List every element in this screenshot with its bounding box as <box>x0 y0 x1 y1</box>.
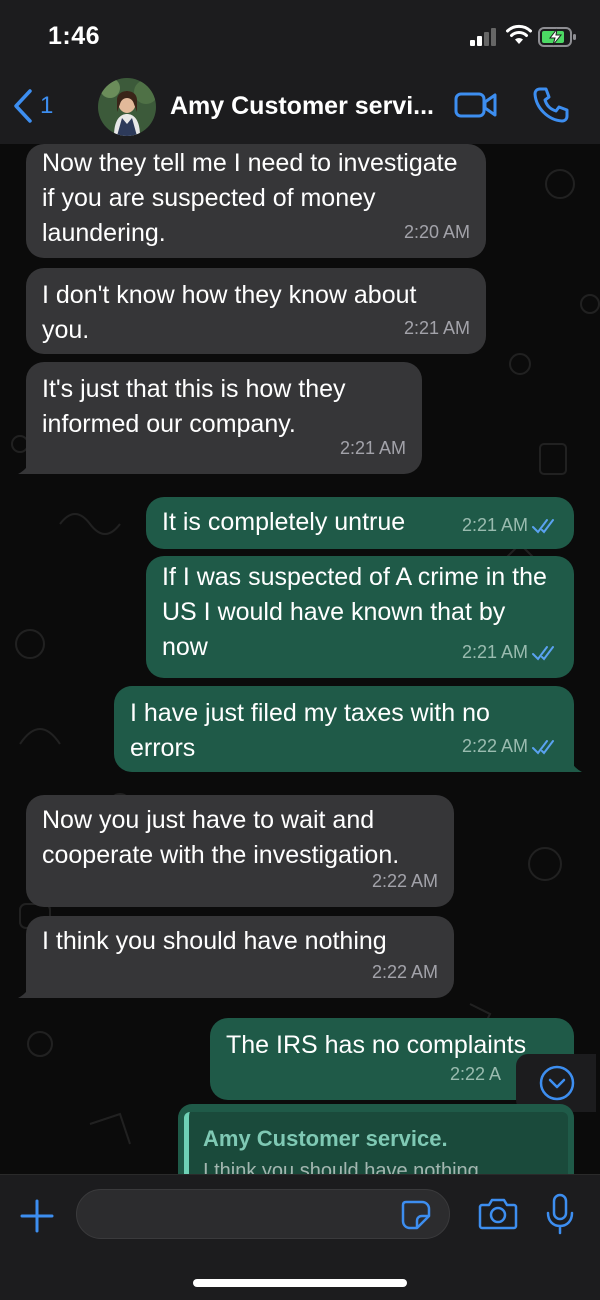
quoted-text: I think you should have nothing <box>203 1160 479 1174</box>
sticker-icon[interactable] <box>400 1199 432 1231</box>
bubble-tail <box>562 752 582 772</box>
message-time: 2:21 AM <box>339 438 406 458</box>
unread-count: 1 <box>40 92 54 119</box>
message-incoming[interactable]: It's just that this is how they informed… <box>18 362 422 474</box>
plus-icon[interactable] <box>18 1197 56 1235</box>
double-check-icon <box>532 739 554 755</box>
message-outgoing[interactable]: I have just filed my taxes with no error… <box>114 686 582 772</box>
message-time: 2:22 AM <box>461 736 528 756</box>
bubble-tail <box>18 454 38 474</box>
message-text: The IRS has no complaints <box>226 1031 527 1059</box>
message-input[interactable] <box>76 1189 450 1239</box>
contact-name[interactable]: Amy Customer servi... <box>170 92 446 121</box>
battery-charging-icon <box>538 27 576 47</box>
message-incoming[interactable]: I think you should have nothing 2:22 AM <box>18 916 454 998</box>
back-button[interactable]: 1 <box>12 88 53 124</box>
quoted-message[interactable]: Amy Customer service. I think you should… <box>184 1112 568 1174</box>
message-incoming[interactable]: Now they tell me I need to investigate i… <box>26 144 486 258</box>
message-time: 2:22 AM <box>371 871 438 891</box>
message-time: 2:21 AM <box>461 515 528 535</box>
message-outgoing[interactable]: It is completely untrue 2:21 AM <box>146 497 574 549</box>
message-outgoing[interactable]: If I was suspected of A crime in the US … <box>146 556 574 678</box>
message-time: 2:22 AM <box>371 962 438 982</box>
home-indicator <box>193 1279 407 1287</box>
video-call-icon[interactable] <box>454 88 498 122</box>
message-time: 2:21 AM <box>403 318 470 338</box>
message-composer <box>0 1174 600 1300</box>
phone-icon[interactable] <box>532 86 570 124</box>
avatar[interactable] <box>98 78 156 136</box>
back-chevron-icon <box>14 89 32 123</box>
message-time: 2:20 AM <box>403 222 470 242</box>
message-text: I think you should have nothing <box>42 927 387 955</box>
wifi-icon <box>506 24 532 44</box>
double-check-icon <box>532 518 554 534</box>
message-incoming[interactable]: Now you just have to wait and cooperate … <box>26 795 454 907</box>
message-text: Now you just have to wait and cooperate … <box>42 806 400 869</box>
avatar-image <box>98 78 156 136</box>
bubble-tail <box>18 978 38 998</box>
microphone-icon[interactable] <box>545 1193 575 1235</box>
message-incoming[interactable]: I don't know how they know about you. 2:… <box>26 268 486 354</box>
chat-header: 1 Amy Customer servi... <box>0 72 600 145</box>
double-check-icon <box>532 645 554 661</box>
quoted-reply-bubble[interactable]: Amy Customer service. I think you should… <box>178 1104 574 1174</box>
cellular-signal-icon <box>470 28 498 46</box>
camera-icon[interactable] <box>478 1195 518 1231</box>
message-time: 2:21 AM <box>461 642 528 662</box>
message-list[interactable]: Now they tell me I need to investigate i… <box>0 144 600 1174</box>
status-bar: 1:46 <box>0 0 600 72</box>
quoted-author: Amy Customer service. <box>203 1126 448 1151</box>
message-time: 2:22 A <box>450 1064 502 1084</box>
status-time: 1:46 <box>48 22 101 50</box>
chevron-down-icon <box>539 1065 575 1101</box>
